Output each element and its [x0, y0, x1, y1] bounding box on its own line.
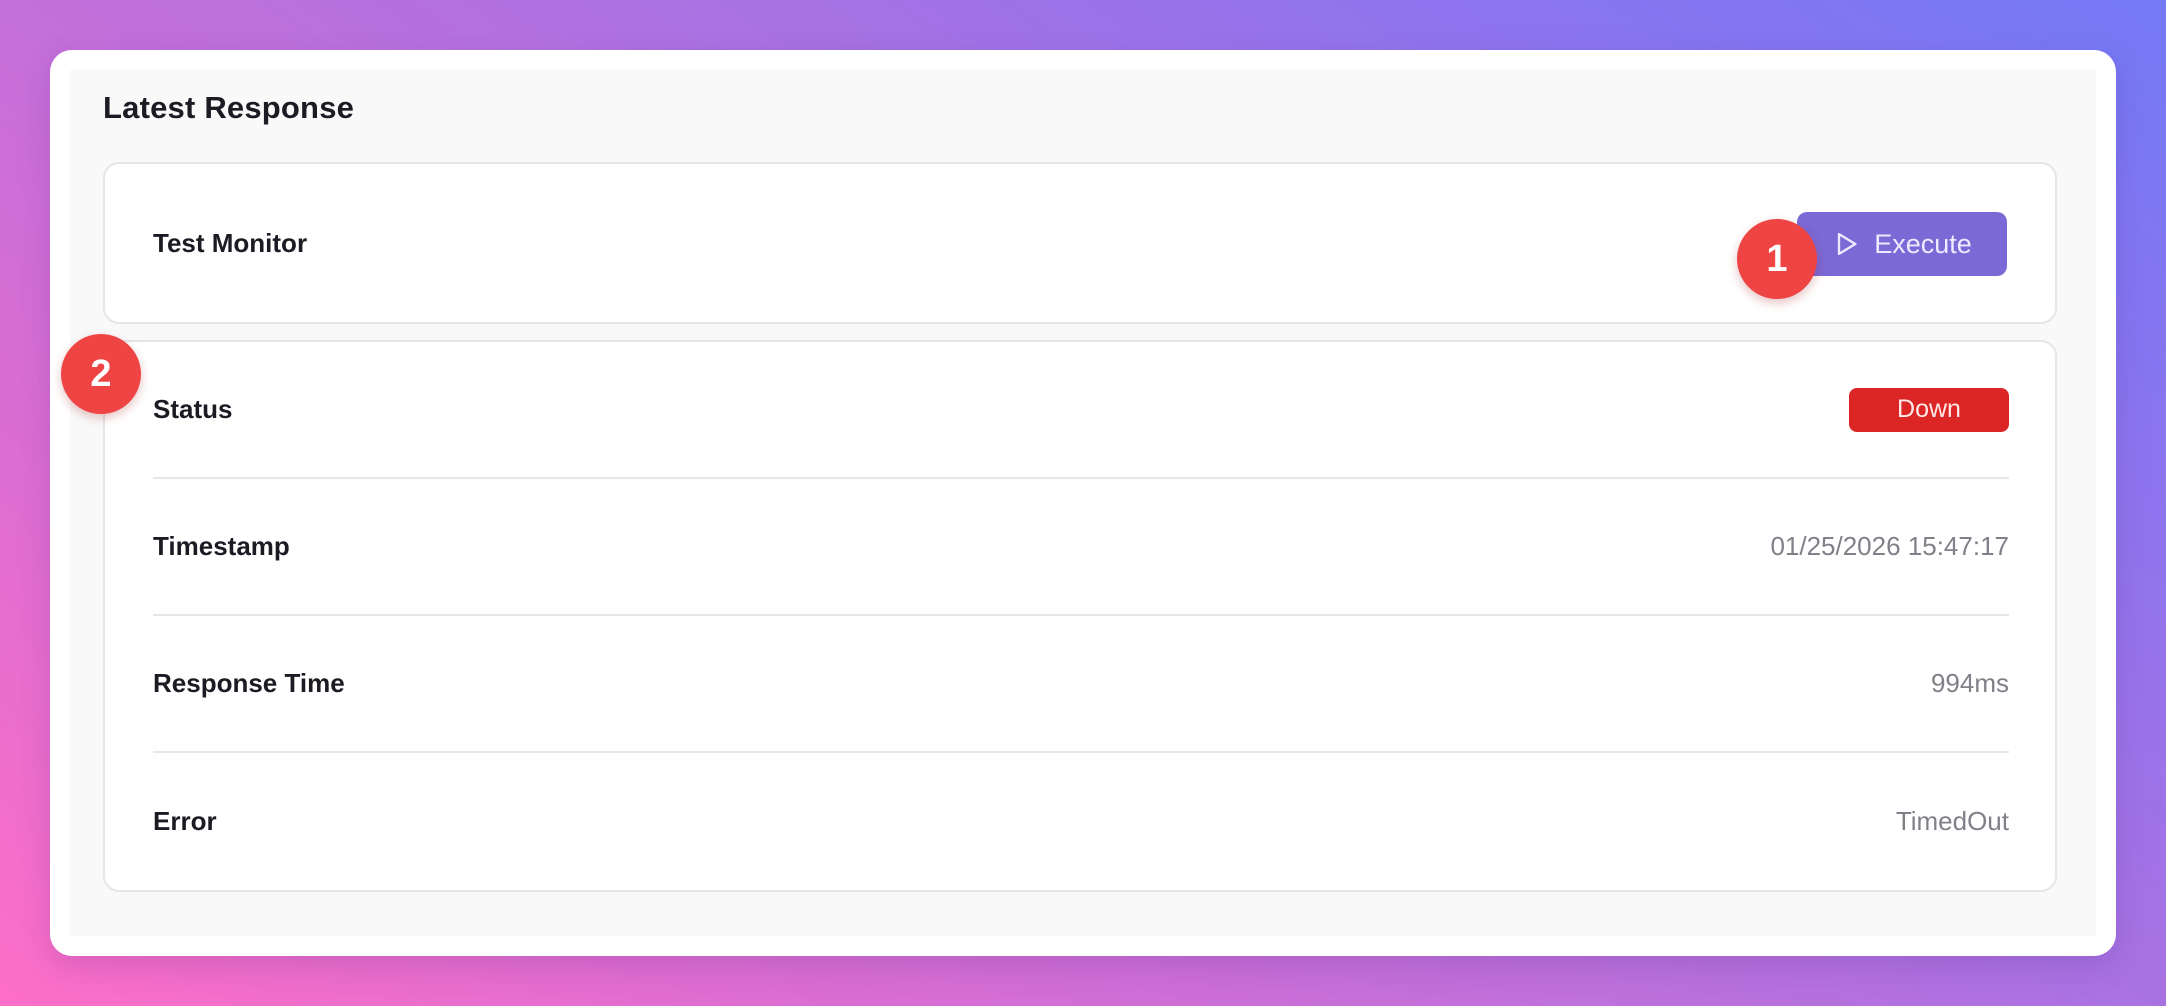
app-window: Latest Response Test Monitor Execute Sta…: [50, 50, 2116, 956]
detail-row-status: Status Down: [153, 342, 2009, 479]
play-icon: [1832, 230, 1860, 258]
response-details-card: Status Down Timestamp 01/25/2026 15:47:1…: [103, 340, 2057, 892]
status-label: Status: [153, 394, 233, 424]
status-badge: Down: [1849, 387, 2009, 432]
detail-row-response-time: Response Time 994ms: [153, 616, 2009, 753]
timestamp-value: 01/25/2026 15:47:17: [1770, 531, 2009, 561]
execute-button-label: Execute: [1874, 228, 1972, 259]
annotation-marker-2: 2: [61, 334, 141, 414]
execute-button[interactable]: Execute: [1797, 212, 2007, 276]
timestamp-label: Timestamp: [153, 531, 290, 561]
detail-row-error: Error TimedOut: [153, 753, 2009, 890]
panel-title: Latest Response: [103, 90, 355, 125]
annotation-marker-1: 1: [1737, 219, 1817, 299]
response-time-value: 994ms: [1930, 668, 2009, 698]
error-value: TimedOut: [1895, 806, 2009, 836]
response-time-label: Response Time: [153, 668, 345, 698]
monitor-name: Test Monitor: [153, 228, 308, 258]
error-label: Error: [153, 806, 217, 836]
latest-response-panel: Latest Response Test Monitor Execute Sta…: [70, 70, 2096, 936]
detail-row-timestamp: Timestamp 01/25/2026 15:47:17: [153, 479, 2009, 616]
